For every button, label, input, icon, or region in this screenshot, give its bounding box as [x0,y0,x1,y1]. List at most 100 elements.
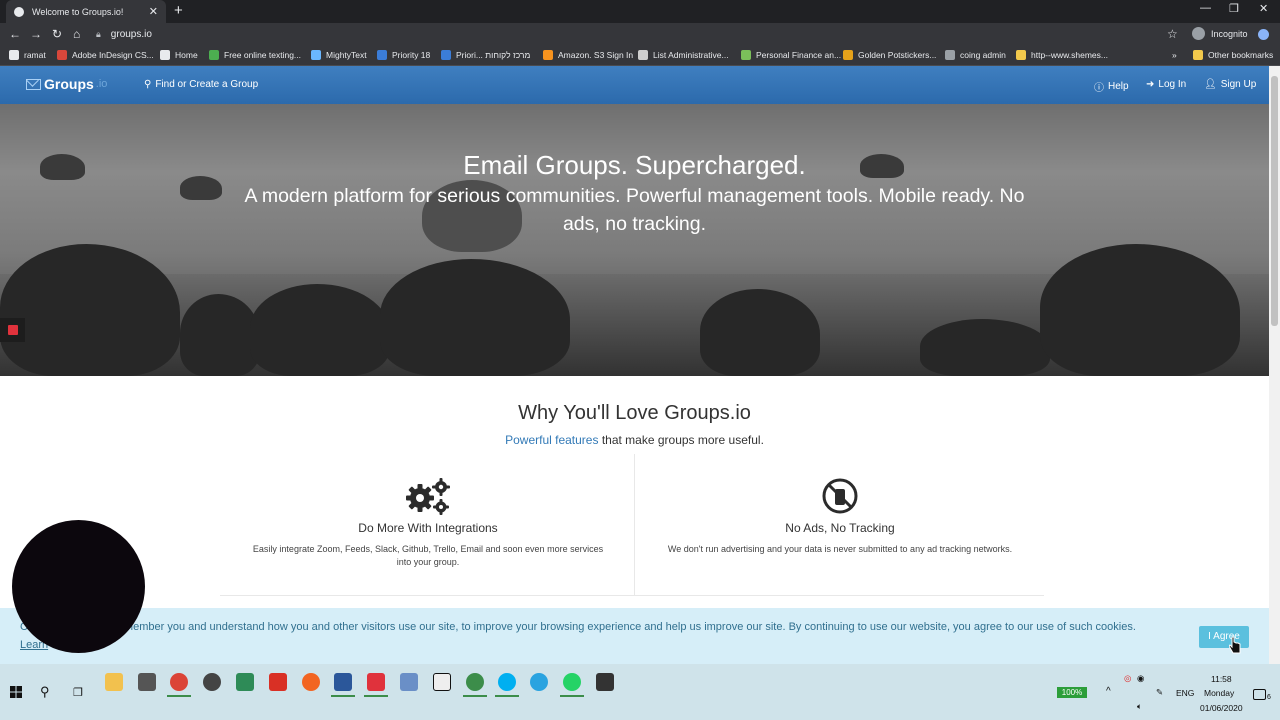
volume-icon[interactable]: 🔈︎ [1137,701,1142,712]
gears-icon [406,478,450,515]
bookmark-item[interactable]: http--www.shemes... [1016,50,1108,60]
pen-icon[interactable]: ✎ [1156,687,1163,698]
login-icon: ➜ [1146,79,1155,90]
home-icon[interactable]: ⌂ [73,27,80,41]
record-button[interactable] [0,318,25,342]
bookmark-item[interactable]: List Administrative... [638,50,729,60]
bookmark-favicon [945,50,955,60]
bookmark-item[interactable]: Free online texting... [209,50,301,60]
orange-app-icon[interactable] [302,673,320,691]
extension-icon[interactable] [1258,29,1269,40]
new-tab-icon[interactable]: + [174,3,183,19]
language-indicator[interactable]: ENG [1176,688,1194,698]
bookmark-label: coing admin [960,50,1006,60]
bookmark-item[interactable]: Adobe InDesign CS... [57,50,154,60]
bookmark-label: Golden Potstickers... [858,50,937,60]
tray-expand-icon[interactable]: ^ [1106,686,1111,697]
word-icon[interactable] [334,673,352,691]
whatsapp-icon[interactable] [563,673,581,691]
bookmark-item[interactable]: Personal Finance an... [741,50,841,60]
back-icon[interactable]: ← [9,27,21,41]
telegram-icon[interactable] [530,673,548,691]
acrobat-icon[interactable] [269,673,287,691]
envelope-icon [26,78,41,90]
bookmark-item[interactable]: Priority 18 [377,50,430,60]
close-tab-icon[interactable]: ✕ [149,5,158,18]
url-field[interactable]: 🔒︎ groups.io [96,25,1186,44]
agree-button[interactable]: I Agree [1199,626,1249,648]
bookmark-favicon [377,50,387,60]
help-link[interactable]: ⓘ Help [1094,79,1129,94]
calculator-icon[interactable] [138,673,156,691]
hero-title: Email Groups. Supercharged. [463,150,806,180]
bookmark-favicon [160,50,170,60]
tray-app-icon[interactable]: ◎ [1124,673,1131,684]
other-bookmarks[interactable]: Other bookmarks [1193,50,1273,60]
more-bookmarks-icon[interactable]: » [1172,50,1177,60]
active-app-indicator [331,695,355,697]
reload-icon[interactable]: ↻ [52,27,62,41]
tray-app-icon[interactable]: ◉ [1137,673,1144,684]
start-icon[interactable] [10,686,22,698]
restore-icon[interactable]: ❐ [1229,2,1239,15]
bookmark-item[interactable]: MightyText [311,50,367,60]
chrome-icon[interactable] [170,673,188,691]
bookmark-item[interactable]: Priori... מרכז לקוחות [441,50,530,60]
powerful-features-link[interactable]: Powerful features [505,433,598,447]
incognito-icon [1192,27,1205,40]
find-group-link[interactable]: ⚲ Find or Create a Group [144,79,258,90]
active-app-indicator [167,695,191,697]
tab-strip: Welcome to Groups.io! ✕ + — ❐ ✕ [0,0,1280,23]
feature-title: Do More With Integrations [358,521,498,535]
bookmark-label: Adobe InDesign CS... [72,50,154,60]
bookmark-item[interactable]: Home [160,50,198,60]
feature-bottom-rule [220,595,1044,596]
bookmark-label: Free online texting... [224,50,302,60]
bookmark-item[interactable]: Amazon. S3 Sign In [543,50,633,60]
forward-icon[interactable]: → [30,27,42,41]
incognito-indicator[interactable]: Incognito [1192,27,1248,40]
feature-divider [634,454,635,596]
scrollbar-thumb[interactable] [1271,76,1278,326]
bookmark-star-icon[interactable]: ☆ [1167,27,1178,41]
battery-indicator[interactable]: 100% [1057,687,1087,698]
page-scrollbar[interactable] [1269,66,1280,664]
search-icon: ⚲ [144,79,152,90]
signup-link[interactable]: 👤︎ Sign Up [1204,79,1256,90]
incognito-label: Incognito [1211,28,1248,39]
network-app-icon[interactable] [400,673,418,691]
sticky-notes-icon[interactable] [596,673,614,691]
browser-tab[interactable]: Welcome to Groups.io! ✕ [6,0,166,23]
window-close-icon[interactable]: ✕ [1259,2,1268,15]
folder-icon [1193,50,1203,60]
file-explorer-icon[interactable] [105,673,123,691]
bookmark-item[interactable]: Golden Potstickers... [843,50,936,60]
site-logo[interactable]: Groups .io [26,76,107,92]
minimize-icon[interactable]: — [1200,2,1211,14]
elephant-image [250,284,390,376]
bookmark-item[interactable]: ramat [9,50,46,60]
task-view-icon[interactable]: ❐ [73,686,83,699]
clock-date[interactable]: 01/06/2020 [1200,703,1243,713]
windows-taskbar: ⚲ ❐ 100% ^ ◎ ◉ 🔈︎ ✎ ENG 11:58 Monday 01/… [0,664,1280,720]
bookmark-favicon [9,50,19,60]
bookmark-item[interactable]: coing admin [945,50,1006,60]
signup-label: Sign Up [1220,79,1257,90]
bookmark-label: Amazon. S3 Sign In [558,50,634,60]
bookmark-label: Personal Finance an... [756,50,842,60]
feature-description: Easily integrate Zoom, Feeds, Slack, Git… [252,544,604,567]
active-app-indicator [364,695,388,697]
clock-day[interactable]: Monday [1204,688,1234,698]
window-app-icon[interactable] [433,673,451,691]
login-link[interactable]: ➜ Log In [1146,79,1186,90]
chat-app-icon[interactable] [466,673,484,691]
red-app-icon[interactable] [367,673,385,691]
skype-icon[interactable] [498,673,516,691]
taskbar-search-icon[interactable]: ⚲ [40,684,50,700]
photos-icon[interactable] [203,673,221,691]
user-icon: 👤︎ [1204,79,1217,90]
find-group-label: Find or Create a Group [155,79,259,90]
notification-icon[interactable] [1253,689,1266,700]
sheet-app-icon[interactable] [236,673,254,691]
clock-time[interactable]: 11:58 [1211,674,1232,684]
